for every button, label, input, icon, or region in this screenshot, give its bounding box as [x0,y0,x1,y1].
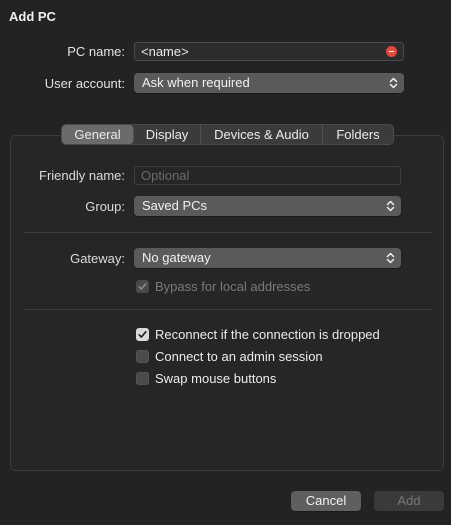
bypass-label: Bypass for local addresses [155,279,311,294]
tab-devices-audio[interactable]: Devices & Audio [201,125,323,144]
add-button[interactable]: Add [374,491,444,511]
friendly-name-label: Friendly name: [39,168,125,183]
group-label: Group: [85,199,125,214]
divider [24,309,432,310]
checkmark-icon [138,283,147,290]
admin-session-label: Connect to an admin session [155,349,323,364]
reconnect-checkbox[interactable] [136,328,149,341]
reconnect-label: Reconnect if the connection is dropped [155,327,380,342]
group-value: Saved PCs [142,198,208,213]
friendly-name-field[interactable]: Optional [134,166,401,185]
admin-session-checkbox[interactable] [136,350,149,363]
chevron-up-down-icon [386,252,395,264]
friendly-name-placeholder: Optional [141,168,190,183]
add-pc-dialog: Add PC PC name: <name> User account: Ask… [0,0,451,525]
user-account-value: Ask when required [142,75,250,90]
divider [24,232,432,233]
tab-bar: General Display Devices & Audio Folders [61,124,394,145]
chevron-up-down-icon [389,77,398,89]
group-popup[interactable]: Saved PCs [134,196,401,216]
cancel-button[interactable]: Cancel [291,491,361,511]
tab-general[interactable]: General [62,125,134,144]
gateway-popup[interactable]: No gateway [134,248,401,268]
pc-name-field[interactable]: <name> [134,42,404,61]
pc-name-label: PC name: [67,44,125,59]
tab-folders[interactable]: Folders [323,125,393,144]
clear-field-icon[interactable] [386,46,397,57]
bypass-checkbox[interactable] [136,280,149,293]
user-account-popup[interactable]: Ask when required [134,73,404,93]
pc-name-value: <name> [141,44,189,59]
gateway-value: No gateway [142,250,211,265]
gateway-label: Gateway: [70,251,125,266]
dialog-title: Add PC [9,9,56,24]
tab-panel [10,135,444,471]
chevron-up-down-icon [386,200,395,212]
swap-mouse-checkbox[interactable] [136,372,149,385]
swap-mouse-label: Swap mouse buttons [155,371,277,386]
tab-display[interactable]: Display [134,125,201,144]
user-account-label: User account: [44,76,125,91]
checkmark-icon [138,331,147,338]
